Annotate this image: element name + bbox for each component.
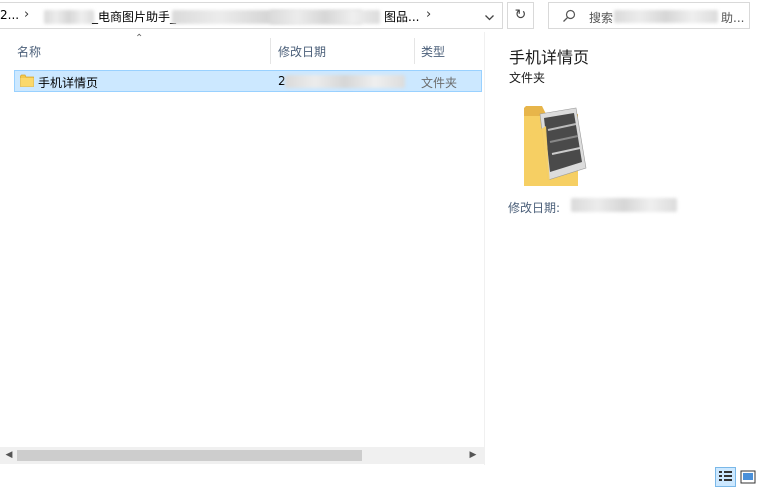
details-view-button[interactable] <box>715 467 736 487</box>
breadcrumb-item-folder[interactable]: _电商图片助手_ <box>92 8 176 25</box>
file-type: 文件夹 <box>421 76 458 90</box>
folder-icon <box>20 74 34 87</box>
column-divider[interactable] <box>414 38 415 64</box>
breadcrumb-separator[interactable]: › <box>24 7 29 22</box>
file-name: 手机详情页 <box>38 76 99 90</box>
folder-thumbnail <box>524 106 587 186</box>
address-bar[interactable]: 2... › _电商图片助手_ 图品... › <box>0 2 503 29</box>
horizontal-scrollbar[interactable]: ◀ ▶ <box>0 447 484 464</box>
details-type: 文件夹 <box>509 71 546 85</box>
scroll-left-arrow[interactable]: ◀ <box>2 447 16 464</box>
search-icon <box>563 9 576 22</box>
address-history-button[interactable] <box>479 7 499 27</box>
sort-ascending-icon: ⌃ <box>135 33 144 44</box>
details-title: 手机详情页 <box>509 48 590 67</box>
column-header-name[interactable]: 名称 <box>17 43 41 60</box>
redacted-text <box>270 10 380 24</box>
redacted-text <box>614 10 718 23</box>
refresh-button[interactable]: ↻ <box>507 2 534 29</box>
details-view-icon <box>719 471 732 481</box>
refresh-icon: ↻ <box>514 7 527 23</box>
column-header-type[interactable]: 类型 <box>421 43 445 60</box>
redacted-text <box>44 10 94 24</box>
search-placeholder-suffix: 助... <box>721 11 745 25</box>
navigation-bar: 2... › _电商图片助手_ 图品... › ↻ 搜索 助... <box>0 0 765 32</box>
details-pane: 手机详情页 文件夹 修改日期: <box>485 32 765 465</box>
column-header-date[interactable]: 修改日期 <box>278 43 326 60</box>
file-list: ⌃ 名称 修改日期 类型 手机详情页 2 文件夹 ◀ ▶ <box>0 32 484 465</box>
details-modified-label: 修改日期: <box>508 201 561 215</box>
large-icons-view-icon[interactable] <box>740 469 756 485</box>
breadcrumb-separator[interactable]: › <box>426 7 431 22</box>
breadcrumb-item-root[interactable]: 2... <box>0 8 19 22</box>
file-row[interactable]: 手机详情页 2 文件夹 <box>14 70 482 92</box>
scrollbar-thumb[interactable] <box>17 450 362 461</box>
chevron-down-icon <box>484 15 494 21</box>
redacted-text <box>571 198 677 212</box>
column-divider[interactable] <box>270 38 271 64</box>
redacted-text <box>285 75 405 88</box>
status-bar <box>0 465 765 490</box>
scroll-right-arrow[interactable]: ▶ <box>466 447 480 464</box>
breadcrumb-item-current[interactable]: 图品... <box>384 8 419 25</box>
search-placeholder: 搜索 <box>589 11 614 25</box>
search-box[interactable]: 搜索 助... <box>548 2 750 29</box>
